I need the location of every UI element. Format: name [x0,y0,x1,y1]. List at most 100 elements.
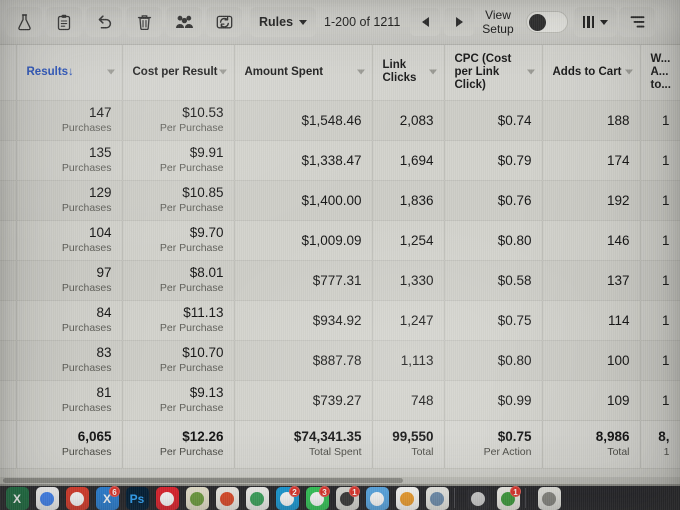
notes-app-dock-item[interactable] [182,486,212,510]
columns-dropdown-button[interactable] [573,7,618,37]
excel-icon[interactable]: X [5,487,29,510]
table-cell: $11.13 Per Purchase [122,300,235,341]
numbers-icon[interactable] [245,487,269,510]
duplicate-clipboard-icon[interactable] [46,7,82,37]
finder-window-icon[interactable] [537,487,561,510]
chevron-down-icon[interactable] [428,69,437,75]
excel-alt-dock-item[interactable]: X6 [92,486,122,510]
table-row[interactable]: 129 Purchases $10.85 Per Purchase $1,400.00 1… [0,180,680,221]
cell-value: $9.70 [189,224,224,240]
table-cell: 748 [372,380,445,421]
excel-dock-item[interactable]: X [2,486,32,510]
column-header-link-clicks[interactable]: Link Clicks [372,45,445,101]
cell-subtext: Purchases [61,121,112,134]
cell-value: 104 [88,224,112,240]
scrollbar-thumb[interactable] [3,478,403,483]
wechat-icon[interactable] [65,487,89,510]
opera-dock-item[interactable] [152,486,182,510]
app-glyph [250,491,264,506]
sort-list-icon[interactable] [619,7,656,37]
numbers-dock-item[interactable] [242,486,272,510]
table-cell: 1 [640,140,680,181]
horizontal-scrollbar[interactable] [0,477,680,484]
view-toggle-switch[interactable] [525,11,568,33]
row-select-gutter[interactable] [0,220,17,261]
skype-dock-item[interactable]: 2 [272,486,302,510]
row-select-gutter[interactable] [0,340,17,381]
weather-icon[interactable] [365,487,389,510]
ab-test-flask-icon[interactable] [6,7,42,37]
settings-gear-dock-item[interactable]: 1 [332,486,362,510]
column-header-adds-to-cart[interactable]: Adds to Cart [542,45,641,101]
cell-subtext: Per Purchase [159,321,224,334]
finder-window-dock-item[interactable] [534,486,564,510]
photoshop-dock-item[interactable]: Ps [122,486,152,510]
cell-value: 1,330 [399,272,434,288]
next-page-button[interactable] [444,8,475,36]
downloads-stack-dock-item[interactable]: 1 [493,486,523,510]
view-setup-button[interactable]: View Setup [476,8,519,36]
ads-results-table-container[interactable]: Results↓ Cost per Result Amount Spent Li… [0,45,680,484]
table-cell: $0.80 [444,340,543,381]
delete-trash-icon[interactable] [126,7,162,37]
table-cell: $1,338.47 [234,140,373,181]
photoshop-icon[interactable]: Ps [125,487,149,510]
paint-palette-dock-item[interactable] [212,486,242,510]
table-row[interactable]: 147 Purchases $10.53 Per Purchase $1,548.46 2… [0,100,680,141]
audience-people-icon[interactable] [166,7,202,37]
refresh-boxed-icon[interactable] [206,7,242,37]
chevron-down-icon[interactable] [356,69,365,75]
chrome-dock-item[interactable] [32,486,62,510]
chrome-icon[interactable] [35,487,59,510]
column-header-amount-spent[interactable]: Amount Spent [234,45,373,101]
wechat-dock-item[interactable] [62,486,92,510]
xcode-dock-item[interactable] [463,486,493,510]
cell-subtext: Per Purchase [159,121,224,134]
table-cell: 1 [640,300,680,341]
row-select-gutter[interactable] [0,180,17,221]
table-row[interactable]: 135 Purchases $9.91 Per Purchase $1,338.47 1,… [0,140,680,181]
cell-value: 99,550 [392,428,434,444]
prev-page-button[interactable] [410,8,441,36]
table-cell: 1,113 [372,340,445,381]
row-select-gutter[interactable] [0,140,17,181]
photos-icon[interactable] [395,487,419,510]
messages-dock-item[interactable]: 3 [302,486,332,510]
row-select-gutter[interactable] [0,300,17,341]
table-row[interactable]: 83 Purchases $10.70 Per Purchase $887.78 1,11… [0,340,680,381]
row-select-gutter[interactable] [0,260,17,301]
app-glyph [70,491,84,506]
photos-dock-item[interactable] [392,486,422,510]
opera-icon[interactable] [155,487,179,510]
view-setup-line2: Setup [482,22,514,36]
chevron-down-icon[interactable] [106,69,115,75]
chevron-down-icon[interactable] [624,69,633,75]
cell-value: $9.91 [189,144,224,160]
cell-value: $9.13 [189,384,224,400]
undo-icon[interactable] [86,7,122,37]
preview-image-icon[interactable] [425,487,449,510]
column-header-truncated[interactable]: W... A... to... [640,45,680,101]
table-row[interactable]: 81 Purchases $9.13 Per Purchase $739.27 748 $0… [0,380,680,421]
weather-dock-item[interactable] [362,486,392,510]
column-header-results[interactable]: Results↓ [16,45,123,101]
column-header-cpc[interactable]: CPC (Cost per Link Click) [444,45,543,101]
preview-image-dock-item[interactable] [422,486,452,510]
rules-dropdown-button[interactable]: Rules [250,7,317,37]
table-row[interactable]: 104 Purchases $9.70 Per Purchase $1,009.09 1,… [0,220,680,261]
notes-app-icon[interactable] [185,487,209,510]
table-cell: 1 [640,260,680,301]
row-select-gutter[interactable] [0,380,17,421]
table-row[interactable]: 84 Purchases $11.13 Per Purchase $934.92 1,24… [0,300,680,341]
chevron-down-icon[interactable] [526,69,535,75]
paint-palette-icon[interactable] [215,487,239,510]
table-row[interactable]: 97 Purchases $8.01 Per Purchase $777.31 1,330… [0,260,680,301]
table-cell: 192 [542,180,641,221]
column-header-adds-to-cart-label: Adds to Cart [552,65,622,78]
chevron-down-icon[interactable] [218,69,227,75]
row-select-gutter[interactable] [0,100,17,141]
xcode-icon[interactable] [466,487,490,510]
table-cell: $0.80 [444,220,543,261]
cell-value: $10.53 [182,104,224,120]
column-header-cost-per-result[interactable]: Cost per Result [122,45,235,101]
